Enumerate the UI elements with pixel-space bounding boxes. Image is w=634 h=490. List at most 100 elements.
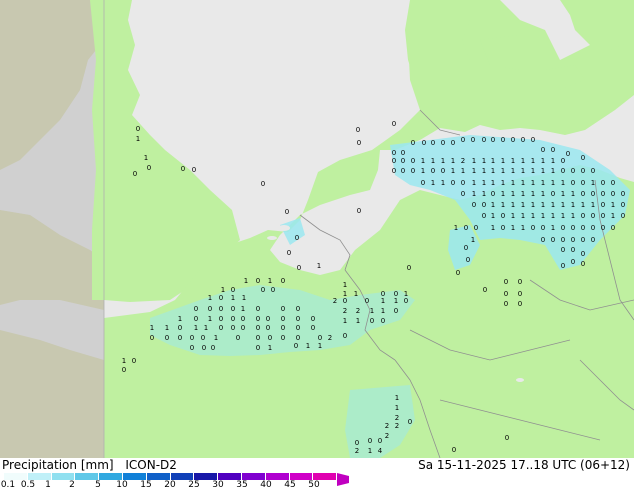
precip-value-label: 0	[178, 324, 182, 332]
precip-value-label: 0	[491, 190, 495, 198]
precip-value-label: 0	[571, 167, 575, 175]
precip-value-label: 0	[368, 437, 372, 445]
precip-value-label: 1	[381, 307, 385, 315]
precip-value-label: 0	[192, 166, 196, 174]
precip-value-label: 1	[208, 294, 212, 302]
precip-value-label: 0	[343, 297, 347, 305]
precip-value-label: 0	[401, 149, 405, 157]
legend-swatch	[265, 473, 290, 480]
precip-value-label: 1	[491, 224, 495, 232]
precip-value-label: 1	[541, 157, 545, 165]
precip-value-label: 0	[501, 212, 505, 220]
precip-value-label: 0	[571, 258, 575, 266]
precip-value-label: 0	[231, 315, 235, 323]
precip-value-label: 1	[268, 344, 272, 352]
precip-value-label: 0	[561, 262, 565, 270]
precip-value-label: 0	[601, 179, 605, 187]
precip-value-label: 0	[122, 366, 126, 374]
precip-value-label: 0	[591, 224, 595, 232]
precip-value-label: 1	[242, 294, 246, 302]
precip-value-label: 0	[266, 315, 270, 323]
precip-value-label: 0	[381, 317, 385, 325]
precip-value-label: 0	[355, 439, 359, 447]
precip-value-label: 0	[611, 190, 615, 198]
precip-value-label: 0	[202, 344, 206, 352]
precip-value-label: 0	[541, 236, 545, 244]
precip-value-label: 0	[621, 212, 625, 220]
precip-value-label: 1	[368, 447, 372, 455]
precip-value-label: 1	[541, 201, 545, 209]
precip-value-label: 0	[461, 179, 465, 187]
precip-value-label: 2	[395, 422, 399, 430]
precip-value-label: 1	[491, 212, 495, 220]
precip-value-label: 0	[466, 256, 470, 264]
legend-tick-label: 35	[236, 480, 248, 490]
precip-value-label: 0	[504, 300, 508, 308]
precip-value-label: 0	[518, 300, 522, 308]
precip-value-label: 0	[256, 344, 260, 352]
precip-value-label: 0	[401, 157, 405, 165]
precip-value-label: 0	[571, 224, 575, 232]
precip-value-label: 1	[531, 201, 535, 209]
precip-value-label: 1	[511, 179, 515, 187]
precip-value-label: 2	[343, 307, 347, 315]
precip-value-label: 1	[441, 157, 445, 165]
precip-value-label: 4	[378, 447, 383, 455]
precip-value-label: 1	[561, 212, 565, 220]
precip-value-label: 0	[256, 305, 260, 313]
precip-value-label: 1	[491, 179, 495, 187]
precip-value-label: 0	[471, 136, 475, 144]
precip-value-label: 1	[343, 281, 347, 289]
legend-swatch	[75, 473, 100, 480]
precip-value-label: 0	[561, 236, 565, 244]
precip-value-label: 0	[422, 139, 426, 147]
precip-value-label: 0	[281, 315, 285, 323]
precip-value-label: 0	[408, 418, 412, 426]
precip-value-label: 1	[244, 277, 248, 285]
precip-value-label: 1	[482, 167, 486, 175]
precip-value-label: 0	[421, 179, 425, 187]
precip-value-label: 1	[317, 262, 321, 270]
precip-value-label: 1	[221, 286, 225, 294]
precip-value-label: 0	[581, 167, 585, 175]
legend-swatch	[51, 473, 76, 480]
precip-value-label: 0	[483, 286, 487, 294]
precip-value-label: 0	[611, 224, 615, 232]
precip-value-label: 0	[219, 305, 223, 313]
precip-value-label: 0	[504, 278, 508, 286]
precip-value-label: 0	[296, 315, 300, 323]
precip-value-label: 1	[571, 212, 575, 220]
precip-value-label: 1	[511, 224, 515, 232]
precip-value-label: 1	[531, 212, 535, 220]
precip-value-label: 0	[456, 269, 460, 277]
precip-value-label: 0	[219, 324, 223, 332]
precip-value-label: 0	[601, 212, 605, 220]
precip-value-label: 0	[281, 277, 285, 285]
legend-swatch	[218, 473, 242, 480]
precip-value-label: 0	[551, 146, 555, 154]
precip-value-label: 1	[482, 157, 486, 165]
precip-value-label: 1	[571, 201, 575, 209]
precip-value-label: 1	[511, 167, 515, 175]
precip-value-label: 1	[370, 307, 374, 315]
precip-value-label: 1	[122, 357, 126, 365]
precip-value-label: 0	[482, 201, 486, 209]
precip-value-label: 1	[482, 179, 486, 187]
precip-value-label: 0	[190, 344, 194, 352]
precip-value-label: 0	[219, 315, 223, 323]
precip-value-label: 0	[219, 294, 223, 302]
precip-value-label: 2	[328, 334, 332, 342]
map-title: Precipitation [mm] ICON-D2	[2, 458, 185, 472]
precip-value-label: 2	[385, 422, 389, 430]
precip-value-label: 1	[541, 167, 545, 175]
precip-value-label: 1	[381, 297, 385, 305]
precip-value-label: 0	[431, 167, 435, 175]
precip-value-label: 1	[551, 212, 555, 220]
legend-ticks: 0.1 0.5 1 2 5 10 15 20 25 30 35 40 45 50	[0, 480, 634, 490]
precip-value-label: 0	[611, 179, 615, 187]
precip-value-label: 0	[256, 324, 260, 332]
precip-value-label: 1	[611, 212, 615, 220]
precip-value-label: 0	[464, 244, 468, 252]
precip-value-label: 0	[581, 154, 585, 162]
precip-value-label: 0	[268, 334, 272, 342]
